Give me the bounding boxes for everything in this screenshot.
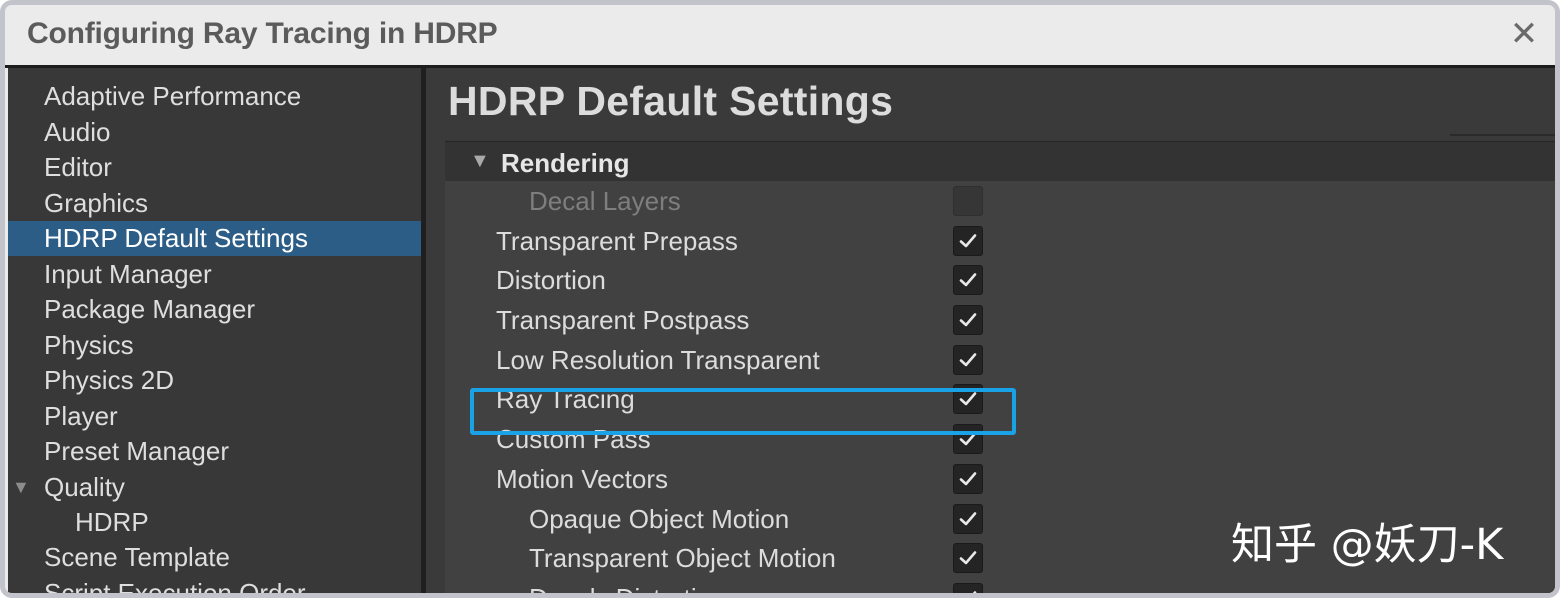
checkmark-icon (959, 234, 977, 248)
sidebar-item-adaptive-performance[interactable]: Adaptive Performance (8, 79, 421, 114)
sidebar-item-label: Editor (44, 152, 112, 182)
transparent-prepass-checkbox[interactable] (953, 226, 983, 256)
sidebar-item-label: Quality (44, 472, 125, 502)
setting-label: Motion Vectors (496, 464, 668, 494)
checkmark-icon (959, 512, 977, 526)
transparent-postpass-checkbox[interactable] (953, 305, 983, 335)
setting-row-distortion: Distortion (445, 261, 1555, 301)
setting-row-transparent-prepass: Transparent Prepass (445, 222, 1555, 262)
sidebar-item-graphics[interactable]: Graphics (8, 186, 421, 221)
sidebar-item-label: Physics 2D (44, 365, 175, 395)
setting-row-motion-vectors: Motion Vectors (445, 460, 1555, 500)
sidebar-item-audio[interactable]: Audio (8, 115, 421, 150)
sidebar-item-label: Graphics (44, 188, 149, 218)
triangle-down-icon[interactable]: ▼ (470, 150, 490, 173)
sidebar-item-label: HDRP (75, 507, 149, 537)
checkmark-icon (959, 353, 977, 367)
sidebar-item-label: Player (44, 401, 118, 431)
sidebar-item-label: Scene Template (44, 542, 230, 572)
checkmark-icon (959, 313, 977, 327)
sidebar-item-editor[interactable]: Editor (8, 150, 421, 185)
triangle-down-icon[interactable]: ▼ (12, 470, 30, 505)
setting-label: Opaque Object Motion (529, 504, 790, 534)
close-icon[interactable]: ✕ (1507, 17, 1541, 51)
setting-label: Decal Layers (529, 186, 681, 216)
sidebar-item-quality[interactable]: ▼ Quality (8, 470, 421, 505)
checkmark-icon (959, 551, 977, 565)
sidebar-item-hdrp-default-settings[interactable]: HDRP Default Settings (8, 221, 421, 256)
sidebar-item-label: Audio (44, 117, 111, 147)
sidebar-item-hdrp[interactable]: HDRP (8, 505, 421, 540)
sidebar-item-label: HDRP Default Settings (44, 223, 308, 253)
sidebar-item-label: Adaptive Performance (44, 81, 302, 111)
sidebar-item-input-manager[interactable]: Input Manager (8, 257, 421, 292)
sidebar-item-package-manager[interactable]: Package Manager (8, 292, 421, 327)
sidebar-item-label: Input Manager (44, 259, 212, 289)
sidebar-item-label: Package Manager (44, 294, 256, 324)
sidebar-item-label: Script Execution Order (44, 578, 306, 598)
window-title: Configuring Ray Tracing in HDRP (27, 17, 498, 50)
sidebar-item-preset-manager[interactable]: Preset Manager (8, 434, 421, 469)
motion-vectors-checkbox[interactable] (953, 464, 983, 494)
title-bar: Configuring Ray Tracing in HDRP ✕ (5, 5, 1555, 65)
setting-row-low-resolution-transparent: Low Resolution Transparent (445, 341, 1555, 381)
settings-sidebar: Adaptive Performance Audio Editor Graphi… (8, 68, 421, 598)
low-resolution-transparent-checkbox[interactable] (953, 345, 983, 375)
setting-label: Low Resolution Transparent (496, 345, 820, 375)
setting-row-decal-layers: Decal Layers (445, 182, 1555, 222)
setting-label: Transparent Prepass (496, 226, 738, 256)
sidebar-item-label: Preset Manager (44, 436, 229, 466)
checkmark-icon (959, 472, 977, 486)
rendering-section-header[interactable]: ▼ Rendering (445, 141, 1555, 181)
setting-label: Distortion (496, 265, 606, 295)
sidebar-item-player[interactable]: Player (8, 399, 421, 434)
ray-tracing-highlight (470, 388, 1016, 435)
search-field-edge (1450, 134, 1555, 136)
distortion-checkbox[interactable] (953, 265, 983, 295)
decals-distortion-checkbox[interactable] (953, 583, 983, 593)
page-title: HDRP Default Settings (448, 78, 894, 124)
section-title: Rendering (501, 148, 630, 178)
setting-label: Decals Distortion (529, 583, 726, 598)
window-frame: Configuring Ray Tracing in HDRP ✕ Adapti… (0, 0, 1560, 598)
sidebar-item-physics-2d[interactable]: Physics 2D (8, 363, 421, 398)
opaque-object-motion-checkbox[interactable] (953, 504, 983, 534)
sidebar-item-script-execution-order[interactable]: Script Execution Order (8, 576, 421, 598)
setting-label: Transparent Object Motion (529, 543, 836, 573)
watermark: 知乎 @妖刀-K (1231, 520, 1504, 570)
setting-row-transparent-postpass: Transparent Postpass (445, 301, 1555, 341)
settings-content: HDRP Default Settings ▼ Rendering Decal … (426, 68, 1555, 598)
setting-label: Transparent Postpass (496, 305, 750, 335)
transparent-object-motion-checkbox[interactable] (953, 543, 983, 573)
checkmark-icon (959, 273, 977, 287)
sidebar-item-label: Physics (44, 330, 134, 360)
setting-row-decals-distortion: Decals Distortion (445, 579, 1555, 598)
decal-layers-checkbox (953, 186, 983, 216)
checkmark-icon (972, 591, 977, 593)
sidebar-item-physics[interactable]: Physics (8, 328, 421, 363)
sidebar-item-scene-template[interactable]: Scene Template (8, 540, 421, 575)
